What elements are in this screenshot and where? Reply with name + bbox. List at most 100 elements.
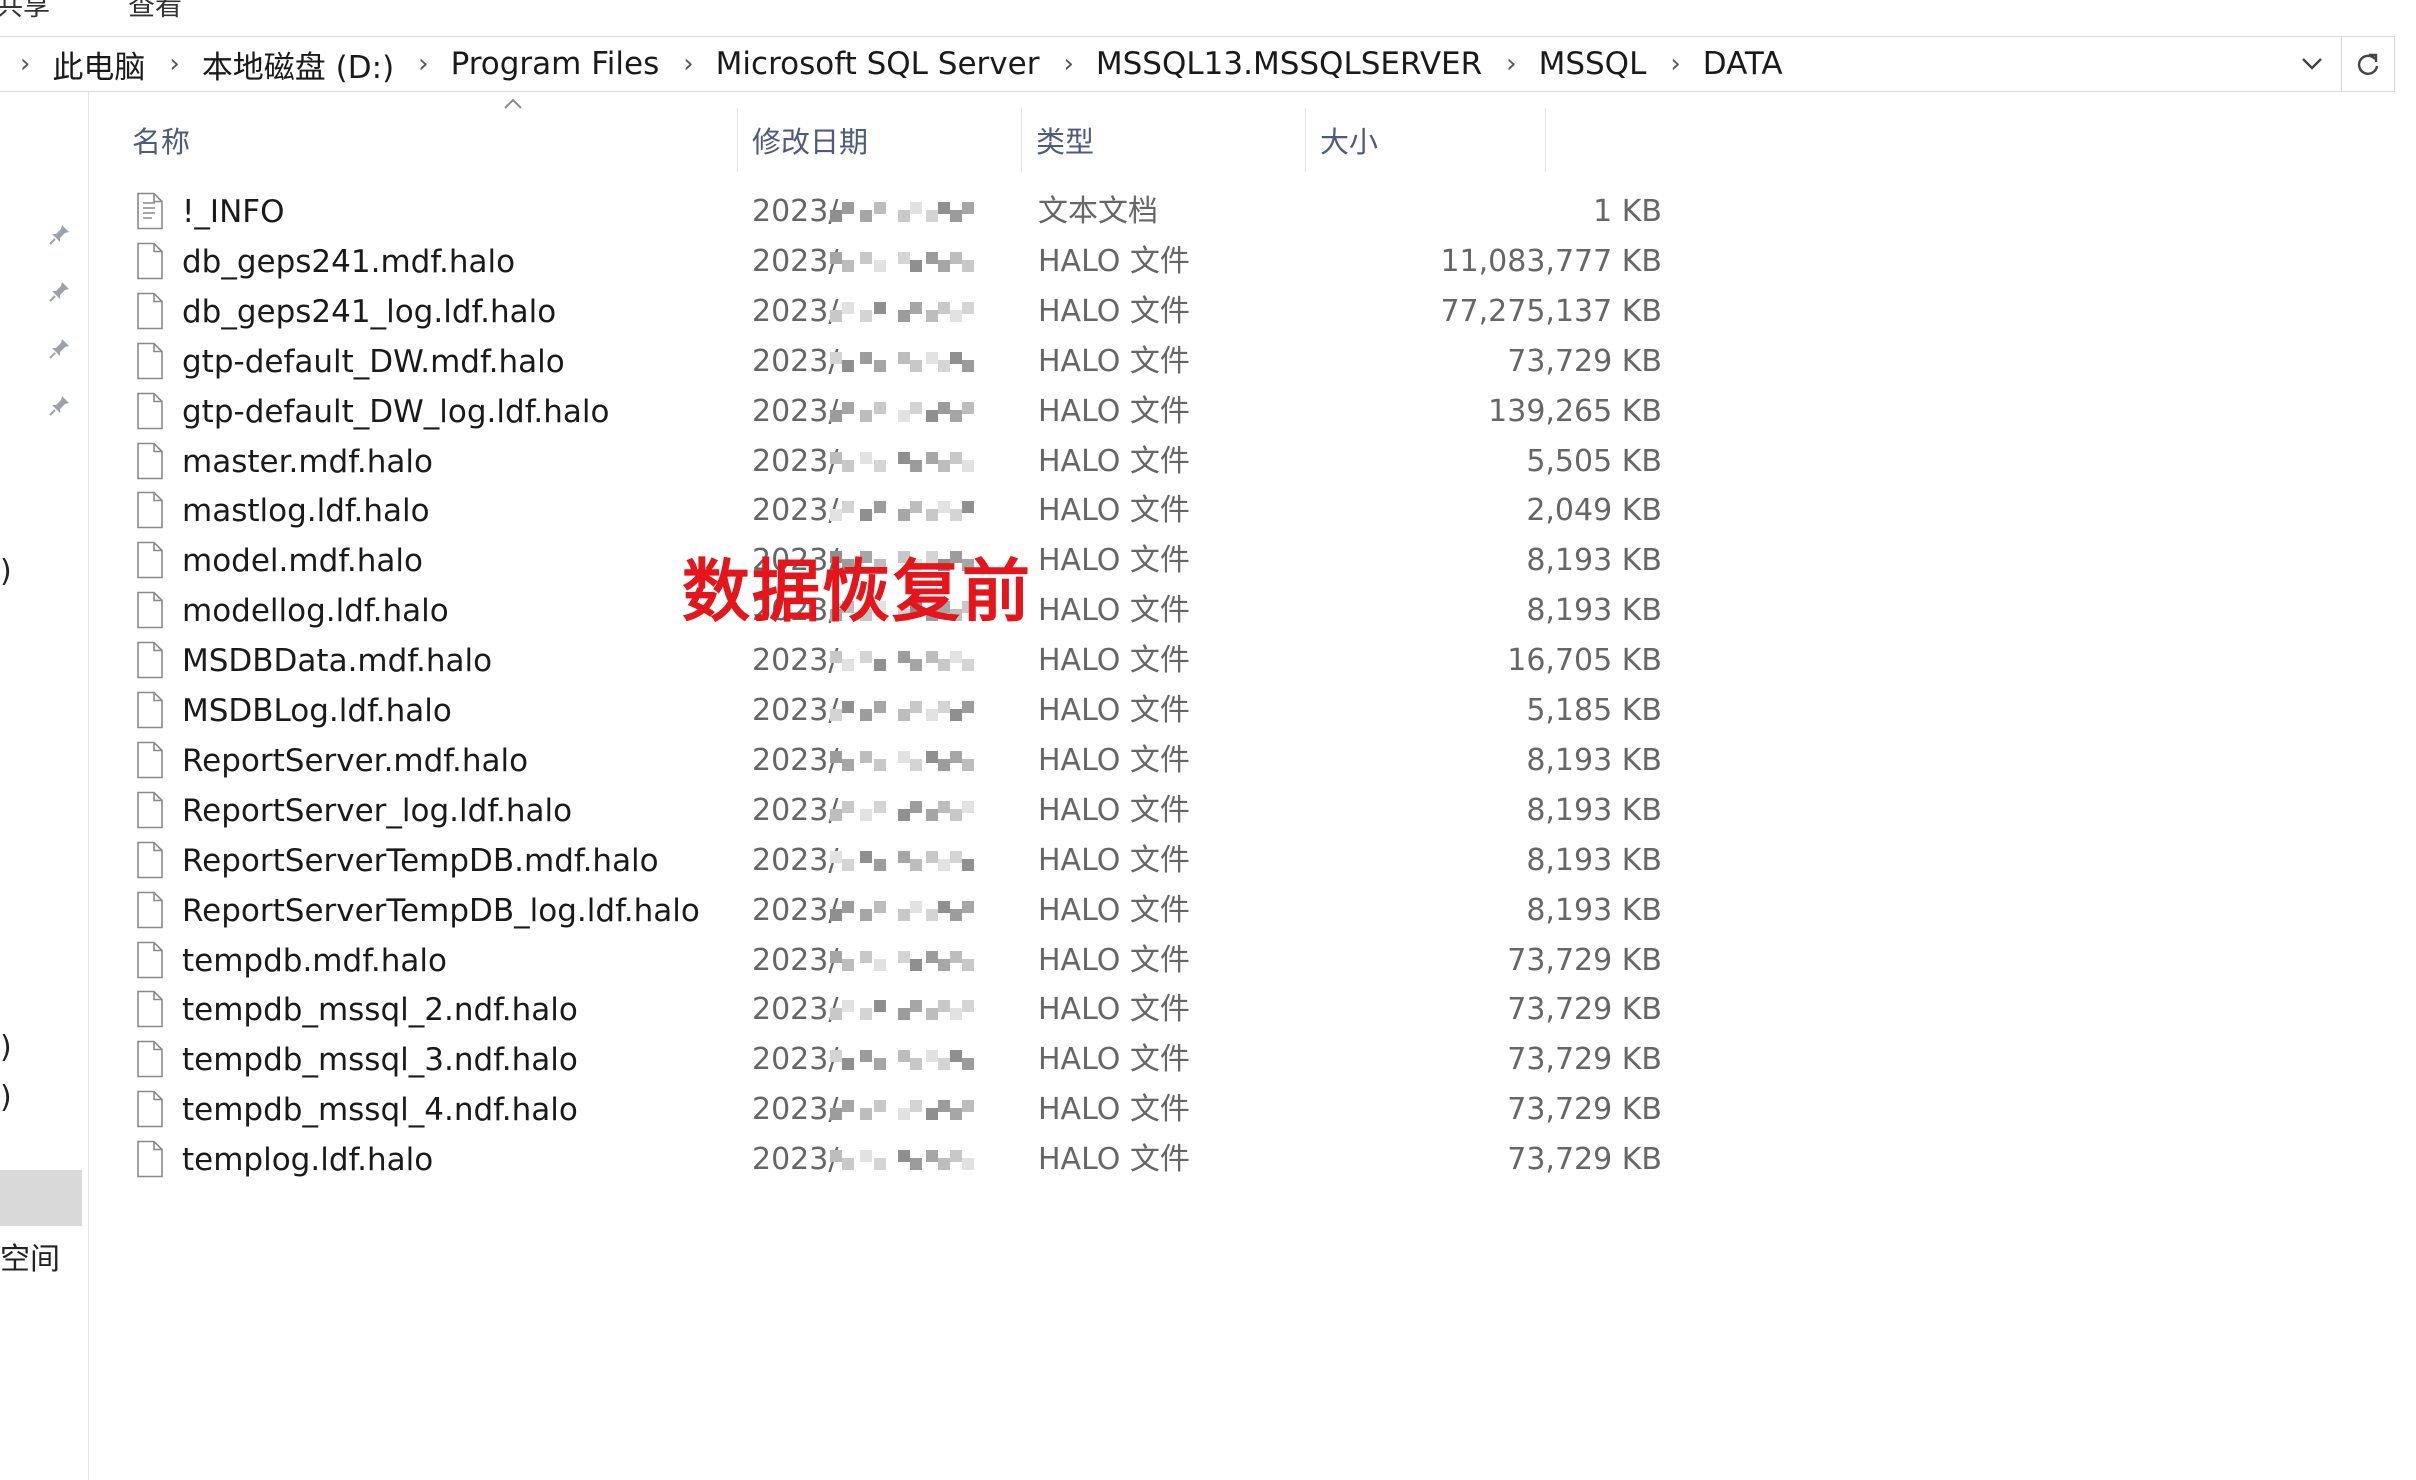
file-row[interactable]: tempdb_mssql_2.ndf.halo 2023/HALO 文件 73,72…	[135, 986, 1662, 1034]
pin-icon[interactable]	[46, 277, 74, 305]
file-row[interactable]: MSDBLog.ldf.halo 2023/HALO 文件 5,185 KB	[135, 687, 1662, 735]
nav-item-fragment[interactable]: )	[0, 554, 12, 589]
redacted-date-mosaic	[830, 799, 974, 825]
file-date: 2023/	[752, 194, 839, 229]
redacted-date-mosaic	[830, 899, 974, 925]
blank-file-icon	[135, 891, 165, 933]
file-date: 2023/	[752, 992, 839, 1027]
breadcrumb-item[interactable]: DATA	[1703, 46, 1783, 82]
ribbon-tab-share[interactable]: 共享	[0, 0, 50, 23]
file-size: 73,729 KB	[1507, 344, 1662, 379]
column-header-size[interactable]: 大小	[1306, 108, 1546, 172]
file-size: 8,193 KB	[1526, 593, 1662, 628]
file-row[interactable]: mastlog.ldf.halo 2023/HALO 文件 2,049 KB	[135, 487, 1662, 535]
column-header-name[interactable]: 名称	[88, 108, 738, 172]
nav-item-selected[interactable]	[0, 1170, 82, 1226]
blank-file-icon	[135, 491, 165, 533]
file-size: 8,193 KB	[1526, 893, 1662, 928]
file-date: 2023/	[752, 743, 839, 778]
file-type: HALO 文件	[1038, 543, 1190, 578]
breadcrumb-item[interactable]: Program Files	[451, 46, 660, 82]
file-type: HALO 文件	[1038, 743, 1190, 778]
file-size: 8,193 KB	[1526, 543, 1662, 578]
file-name: tempdb_mssql_2.ndf.halo	[182, 992, 578, 1028]
breadcrumb-separator-icon[interactable]: ›	[1506, 49, 1516, 79]
column-header-type[interactable]: 类型	[1022, 108, 1306, 172]
file-row[interactable]: db_geps241_log.ldf.halo 2023/HALO 文件 77,27…	[135, 288, 1662, 336]
file-row[interactable]: master.mdf.halo 2023/HALO 文件 5,505 KB	[135, 438, 1662, 486]
blank-file-icon	[135, 392, 165, 434]
text-file-icon	[135, 192, 165, 234]
blank-file-icon	[135, 791, 165, 833]
blank-file-icon	[135, 841, 165, 883]
ribbon-tab-view[interactable]: 查看	[128, 0, 182, 23]
redacted-date-mosaic	[830, 400, 974, 426]
file-type: HALO 文件	[1038, 693, 1190, 728]
nav-item-fragment[interactable]: )	[0, 1030, 12, 1065]
pin-icon[interactable]	[46, 391, 74, 419]
breadcrumb-item[interactable]: MSSQL13.MSSQLSERVER	[1096, 46, 1482, 82]
file-row[interactable]: tempdb_mssql_4.ndf.halo 2023/HALO 文件 73,72…	[135, 1086, 1662, 1134]
column-header-date[interactable]: 修改日期	[738, 108, 1022, 172]
file-date: 2023/	[752, 394, 839, 429]
file-row[interactable]: gtp-default_DW_log.ldf.halo 2023/HALO 文件 1…	[135, 388, 1662, 436]
file-row[interactable]: ReportServer_log.ldf.halo 2023/HALO 文件 8,1…	[135, 787, 1662, 835]
file-row[interactable]: !_INFO 2023/文本文档 1 KB	[135, 188, 1662, 236]
nav-item-fragment[interactable]: 空间	[0, 1234, 60, 1278]
blank-file-icon	[135, 1090, 165, 1132]
file-name: templog.ldf.halo	[182, 1142, 434, 1178]
breadcrumb-separator-icon[interactable]: ›	[20, 49, 30, 79]
file-row[interactable]: templog.ldf.halo 2023/HALO 文件 73,729 KB	[135, 1136, 1662, 1184]
breadcrumb-item[interactable]: Microsoft SQL Server	[716, 46, 1040, 82]
blank-file-icon	[135, 990, 165, 1032]
file-name: ReportServer.mdf.halo	[182, 743, 529, 779]
file-size: 5,505 KB	[1526, 444, 1662, 479]
file-size: 2,049 KB	[1526, 493, 1662, 528]
file-row[interactable]: tempdb.mdf.halo 2023/HALO 文件 73,729 KB	[135, 937, 1662, 985]
breadcrumb-item[interactable]: 此电脑	[52, 42, 145, 87]
blank-file-icon	[135, 691, 165, 733]
file-row[interactable]: ReportServerTempDB.mdf.halo 2023/HALO 文件 8…	[135, 837, 1662, 885]
breadcrumb-item[interactable]: 本地磁盘 (D:)	[202, 42, 394, 87]
breadcrumb: › 此电脑 › 本地磁盘 (D:) › Program Files › Microsoft S…	[20, 37, 1783, 91]
blank-file-icon	[135, 242, 165, 284]
blank-file-icon	[135, 941, 165, 983]
file-date: 2023/	[752, 643, 839, 678]
ribbon-tabs: 共享 查看	[0, 0, 2416, 30]
file-name: tempdb_mssql_3.ndf.halo	[182, 1042, 578, 1078]
file-row[interactable]: MSDBData.mdf.halo 2023/HALO 文件 16,705 KB	[135, 637, 1662, 685]
refresh-button[interactable]	[2341, 37, 2394, 91]
file-size: 73,729 KB	[1507, 1092, 1662, 1127]
nav-item-fragment[interactable]: )	[0, 1080, 12, 1115]
pin-icon[interactable]	[46, 334, 74, 362]
breadcrumb-separator-icon[interactable]: ›	[418, 49, 428, 79]
breadcrumb-separator-icon[interactable]: ›	[1063, 49, 1073, 79]
file-name: tempdb.mdf.halo	[182, 943, 447, 979]
file-date: 2023/	[752, 893, 839, 928]
blank-file-icon	[135, 741, 165, 783]
redacted-date-mosaic	[830, 749, 974, 775]
file-type: HALO 文件	[1038, 593, 1190, 628]
file-row[interactable]: gtp-default_DW.mdf.halo 2023/HALO 文件 73,72…	[135, 338, 1662, 386]
file-name: mastlog.ldf.halo	[182, 493, 430, 529]
navigation-pane: ) ) ) 空间	[0, 92, 89, 1480]
file-date: 2023/	[752, 943, 839, 978]
file-row[interactable]: ReportServer.mdf.halo 2023/HALO 文件 8,193 K…	[135, 737, 1662, 785]
file-size: 8,193 KB	[1526, 793, 1662, 828]
file-row[interactable]: ReportServerTempDB_log.ldf.halo 2023/HALO…	[135, 887, 1662, 935]
address-history-dropdown[interactable]	[2292, 37, 2332, 91]
breadcrumb-separator-icon[interactable]: ›	[1670, 49, 1680, 79]
redacted-date-mosaic	[830, 1098, 974, 1124]
file-name: ReportServer_log.ldf.halo	[182, 793, 573, 829]
file-row[interactable]: tempdb_mssql_3.ndf.halo 2023/HALO 文件 73,72…	[135, 1036, 1662, 1084]
breadcrumb-separator-icon[interactable]: ›	[169, 49, 179, 79]
address-bar[interactable]: › 此电脑 › 本地磁盘 (D:) › Program Files › Microsoft S…	[0, 36, 2395, 92]
redacted-date-mosaic	[830, 949, 974, 975]
file-row[interactable]: db_geps241.mdf.halo 2023/HALO 文件 11,083,77…	[135, 238, 1662, 286]
pin-icon[interactable]	[46, 220, 74, 248]
breadcrumb-item[interactable]: MSSQL	[1539, 46, 1647, 82]
breadcrumb-separator-icon[interactable]: ›	[683, 49, 693, 79]
file-type: HALO 文件	[1038, 893, 1190, 928]
file-date: 2023/	[752, 493, 839, 528]
file-size: 1 KB	[1593, 194, 1662, 229]
